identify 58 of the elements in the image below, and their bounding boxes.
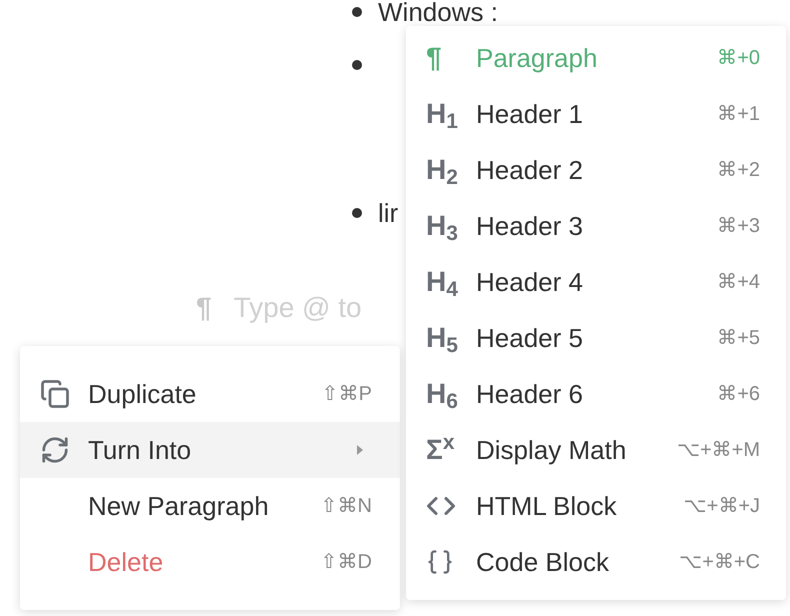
menu-item[interactable]: H$_{1}$ Header 1 ⌘+1 <box>406 86 786 142</box>
menu-item[interactable]: Code Block ⌥+⌘+C <box>406 534 786 590</box>
menu-label: Paragraph <box>476 42 598 74</box>
block-type-icon: ¶ <box>426 44 442 72</box>
block-type-icon: H$_{5}$ <box>426 324 458 352</box>
menu-item[interactable]: New Paragraph ⇧⌘N <box>20 478 400 534</box>
menu-label: Code Block <box>476 546 609 578</box>
shortcut-text: ⌘+5 <box>717 326 760 351</box>
shortcut-text: ⌘+4 <box>717 270 760 295</box>
block-type-icon: H$_{4}$ <box>426 268 458 296</box>
block-type-icon: H$_{3}$ <box>426 212 458 240</box>
menu-label: Header 5 <box>476 322 583 354</box>
bullet-icon <box>352 7 362 17</box>
menu-label: Delete <box>88 546 164 578</box>
menu-label: Header 4 <box>476 266 583 298</box>
menu-label: Duplicate <box>88 378 196 410</box>
block-type-icon: H$_{6}$ <box>426 380 458 408</box>
shortcut-text: ⌘+2 <box>717 158 760 183</box>
bullet-icon <box>352 208 362 218</box>
shortcut-text: ⇧⌘N <box>320 494 372 519</box>
menu-item[interactable]: Σ$^{x}$ Display Math ⌥+⌘+M <box>406 422 786 478</box>
menu-item[interactable]: H$_{6}$ Header 6 ⌘+6 <box>406 366 786 422</box>
shortcut-text: ⌘+6 <box>717 382 760 407</box>
shortcut-text: ⇧⌘D <box>320 550 372 575</box>
shortcut-text: ⌥+⌘+J <box>684 494 760 519</box>
submenu-arrow-icon <box>356 444 364 456</box>
menu-label: Turn Into <box>88 434 192 466</box>
menu-item[interactable]: Duplicate ⇧⌘P <box>20 366 400 422</box>
shortcut-text: ⌥+⌘+C <box>679 550 760 575</box>
menu-label: HTML Block <box>476 490 617 522</box>
list-text: Windows : <box>378 0 498 25</box>
menu-label: Display Math <box>476 434 626 466</box>
menu-label: New Paragraph <box>88 490 269 522</box>
block-type-icon: H$_{2}$ <box>426 156 458 184</box>
menu-item[interactable]: Delete ⇧⌘D <box>20 534 400 590</box>
paragraph-icon: ¶ <box>196 287 212 329</box>
menu-item[interactable]: H$_{4}$ Header 4 ⌘+4 <box>406 254 786 310</box>
block-type-icon: H$_{1}$ <box>426 100 458 128</box>
shortcut-text: ⌘+3 <box>717 214 760 239</box>
shortcut-text: ⌘+1 <box>717 102 760 127</box>
copy-icon <box>40 379 70 409</box>
menu-item[interactable]: H$_{3}$ Header 3 ⌘+3 <box>406 198 786 254</box>
menu-label: Header 2 <box>476 154 583 186</box>
menu-item[interactable]: Turn Into <box>20 422 400 478</box>
bullet-icon <box>352 60 362 70</box>
menu-item[interactable]: H$_{5}$ Header 5 ⌘+5 <box>406 310 786 366</box>
menu-item[interactable]: HTML Block ⌥+⌘+J <box>406 478 786 534</box>
menu-label: Header 3 <box>476 210 583 242</box>
refresh-icon <box>40 435 70 465</box>
menu-item[interactable]: H$_{2}$ Header 2 ⌘+2 <box>406 142 786 198</box>
braces-icon <box>426 548 454 576</box>
menu-label: Header 1 <box>476 98 583 130</box>
list-text: lir <box>378 200 398 226</box>
shortcut-text: ⌥+⌘+M <box>676 438 760 463</box>
block-type-icon: Σ$^{x}$ <box>426 436 454 464</box>
menu-label: Header 6 <box>476 378 583 410</box>
shortcut-text: ⇧⌘P <box>322 382 372 407</box>
shortcut-text: ⌘+0 <box>717 46 760 71</box>
